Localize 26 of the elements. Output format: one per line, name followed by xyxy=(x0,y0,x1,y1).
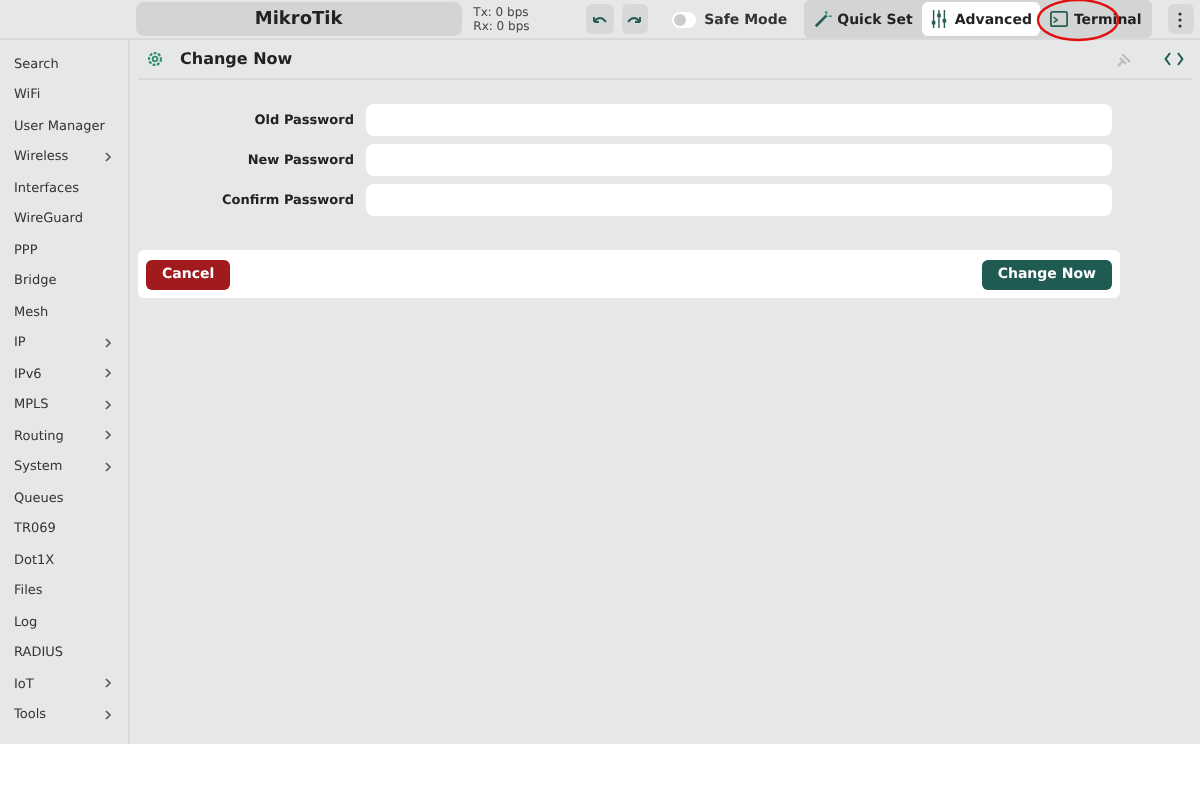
undo-icon xyxy=(592,13,608,25)
terminal-icon xyxy=(1049,10,1068,28)
chevron-right-icon xyxy=(104,399,112,410)
undo-button[interactable] xyxy=(586,4,614,34)
chevron-right-icon xyxy=(104,368,112,379)
more-icon xyxy=(1178,11,1183,27)
chevron-right-icon xyxy=(104,709,112,720)
pin-icon[interactable] xyxy=(1116,51,1132,67)
chevron-right-icon xyxy=(104,461,112,472)
redo-icon xyxy=(626,13,643,25)
window-title: MikroTik xyxy=(136,2,462,36)
chevron-right-icon xyxy=(104,337,112,348)
password-field[interactable] xyxy=(366,184,1112,216)
magic-wand-icon xyxy=(813,10,832,28)
redo-button[interactable] xyxy=(621,4,648,34)
password-field[interactable] xyxy=(366,144,1112,176)
more-button[interactable] xyxy=(1167,4,1194,34)
chevron-right-icon xyxy=(104,678,112,689)
sliders-icon xyxy=(930,10,949,28)
panel-title: Change Now xyxy=(180,50,295,68)
gear-icon xyxy=(146,50,164,68)
safe-mode-switch[interactable] xyxy=(671,11,697,27)
chevron-right-icon xyxy=(104,151,112,162)
code-icon[interactable] xyxy=(1164,52,1184,66)
chevron-right-icon xyxy=(104,430,112,441)
password-field[interactable] xyxy=(366,104,1112,136)
